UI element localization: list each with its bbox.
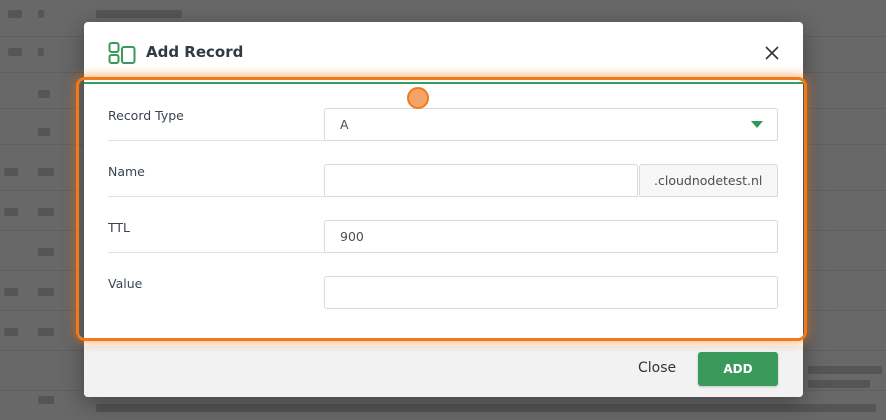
add-record-dialog: Add Record Record Type A Name .cloudnode…	[84, 22, 803, 397]
close-icon[interactable]	[763, 44, 781, 62]
ttl-row: TTL 900	[108, 196, 778, 253]
record-type-value: A	[340, 117, 349, 132]
name-label: Name	[108, 164, 145, 179]
name-row: Name .cloudnodetest.nl	[108, 140, 778, 197]
domain-suffix: .cloudnodetest.nl	[639, 164, 778, 197]
value-row: Value	[108, 252, 778, 309]
record-form: Record Type A Name .cloudnodetest.nl TTL…	[84, 84, 803, 346]
ttl-label: TTL	[108, 220, 131, 235]
value-input[interactable]	[324, 276, 778, 309]
value-label: Value	[108, 276, 143, 291]
dialog-title: Add Record	[146, 43, 244, 61]
chevron-down-icon	[751, 121, 763, 128]
record-type-row: Record Type A	[108, 84, 778, 141]
ttl-input[interactable]: 900	[324, 220, 778, 253]
record-type-select[interactable]: A	[324, 108, 778, 141]
dialog-footer: Close ADD	[84, 346, 803, 397]
name-input[interactable]	[324, 164, 638, 197]
dns-records-icon	[108, 41, 136, 65]
record-type-label: Record Type	[108, 108, 184, 123]
dialog-header: Add Record	[84, 22, 803, 84]
close-button[interactable]: Close	[638, 360, 676, 376]
add-button[interactable]: ADD	[698, 352, 778, 386]
